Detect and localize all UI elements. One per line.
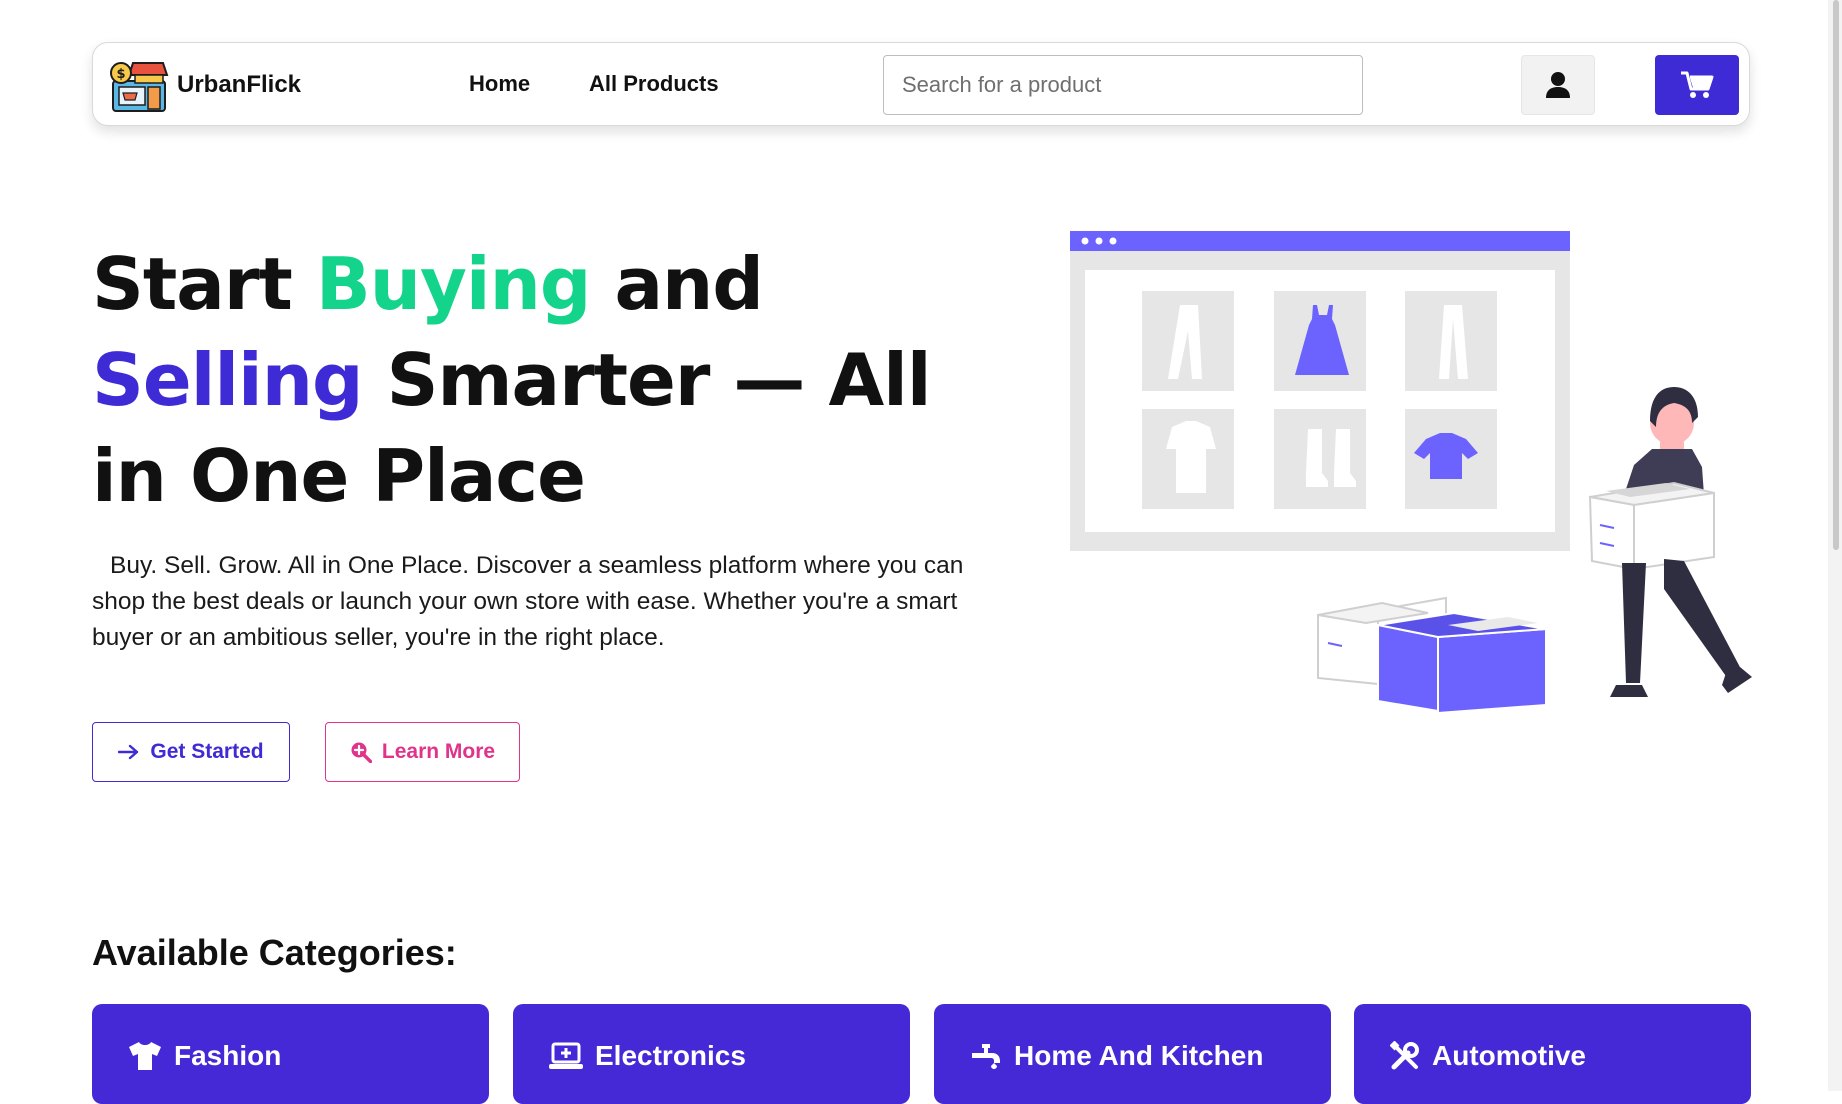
shopping-cart-icon (1681, 71, 1714, 98)
hero-title: Start Buying and Selling Smarter — All i… (92, 236, 962, 524)
scrollbar-thumb[interactable] (1833, 0, 1839, 550)
tshirt-icon (129, 1042, 161, 1070)
get-started-label: Get Started (150, 740, 264, 763)
search-plus-icon (351, 742, 372, 763)
category-card-fashion[interactable]: Fashion (92, 1004, 489, 1104)
brand-name: UrbanFlick (177, 71, 302, 98)
category-card-home-and-kitchen[interactable]: Home And Kitchen (934, 1004, 1331, 1104)
nav-home-link[interactable]: Home (469, 71, 530, 97)
shopping-illustration (1070, 231, 1752, 715)
hero-title-highlight-buying: Buying (315, 242, 592, 326)
search-input[interactable] (883, 55, 1363, 115)
navbar: $ UrbanFlick Home All Products (92, 42, 1750, 126)
page-scrollbar[interactable] (1828, 0, 1842, 1091)
store-logo-icon: $ (110, 62, 169, 112)
category-label-home-and-kitchen: Home And Kitchen (1014, 1040, 1264, 1071)
category-label-automotive: Automotive (1432, 1040, 1586, 1071)
account-button[interactable] (1521, 55, 1595, 115)
brand[interactable]: $ UrbanFlick (107, 55, 301, 115)
faucet-icon (972, 1044, 1000, 1069)
svg-text:$: $ (116, 67, 125, 82)
hero-title-part2: and (590, 242, 763, 326)
category-card-electronics[interactable]: Electronics (513, 1004, 910, 1104)
hero-description: Buy. Sell. Grow. All in One Place. Disco… (92, 552, 964, 651)
nav-all-products-link[interactable]: All Products (589, 71, 719, 97)
tools-icon (1390, 1041, 1419, 1070)
hero-title-highlight-selling: Selling (92, 338, 364, 422)
cart-button[interactable] (1655, 55, 1739, 115)
user-icon (1546, 72, 1570, 98)
category-label-fashion: Fashion (174, 1040, 282, 1071)
get-started-button[interactable]: Get Started (92, 722, 290, 782)
category-label-electronics: Electronics (595, 1040, 746, 1071)
categories-heading: Available Categories: (92, 932, 457, 973)
learn-more-button[interactable]: Learn More (325, 722, 520, 782)
category-card-automotive[interactable]: Automotive (1354, 1004, 1751, 1104)
learn-more-label: Learn More (381, 740, 496, 763)
laptop-icon (549, 1042, 583, 1069)
arrow-right-icon (118, 744, 139, 760)
hero-title-part1: Start (92, 242, 316, 326)
